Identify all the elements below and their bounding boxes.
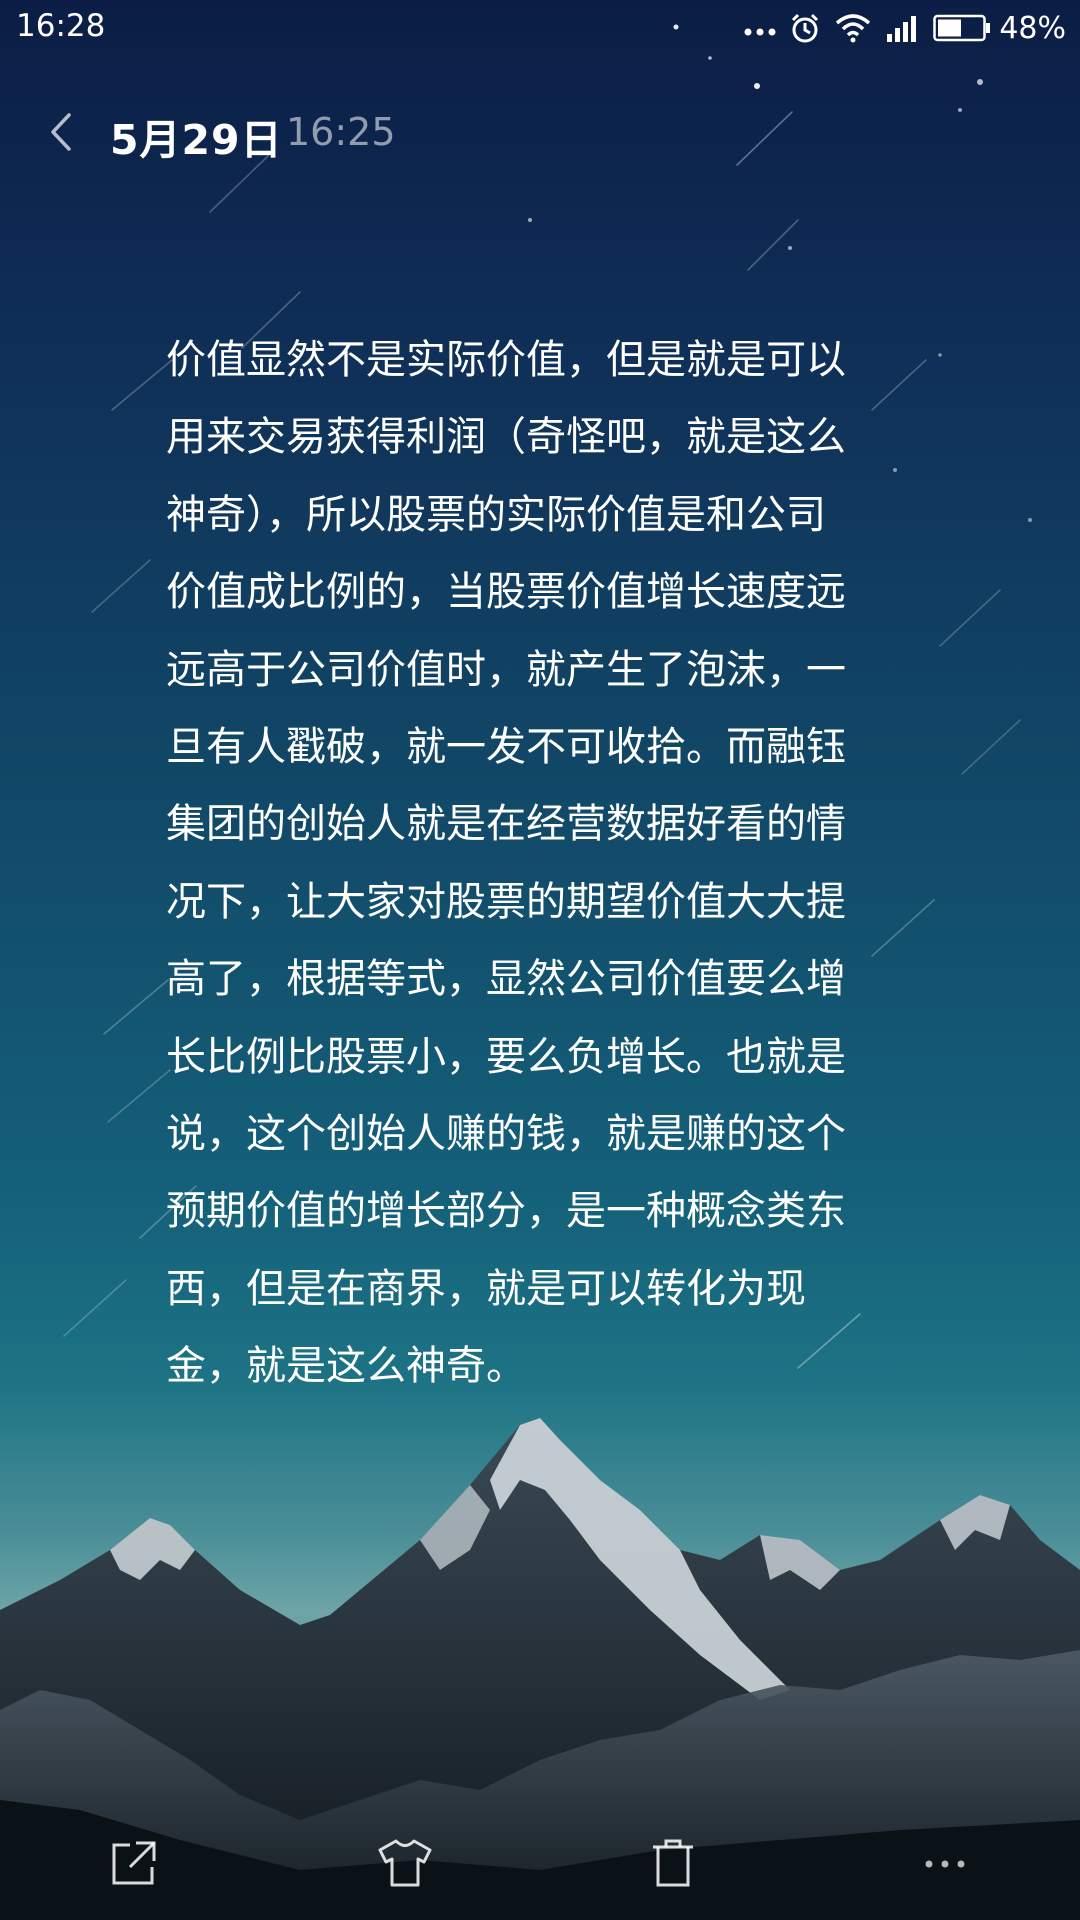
- more-icon: [923, 1856, 967, 1875]
- theme-button[interactable]: [370, 1830, 440, 1900]
- alarm-icon: [789, 12, 821, 44]
- note-line: 西，但是在商界，就是可以转化为现: [166, 1265, 806, 1312]
- status-bar: 16:28 48%: [0, 0, 1080, 56]
- note-line: 集团的创始人就是在经营数据好看的情: [166, 801, 846, 848]
- signal-icon: [885, 14, 919, 42]
- battery-icon: [933, 14, 991, 42]
- note-date: 5月29日: [110, 116, 283, 164]
- note-line: 金，就是这么神奇。: [166, 1343, 526, 1390]
- note-line: 价值显然不是实际价值，但是就是可以: [166, 337, 846, 383]
- note-line: 说，这个创始人赚的钱，就是赚的这个: [166, 1110, 846, 1157]
- more-dots-icon: [743, 18, 777, 38]
- note-line: 用来交易获得利润（奇怪吧，就是这么: [166, 414, 846, 461]
- status-icons: 48%: [743, 8, 1066, 48]
- note-line: 旦有人戳破，就一发不可收拾。而融钰: [166, 723, 846, 770]
- note-line: 况下，让大家对股票的期望价值大大提: [166, 878, 846, 925]
- bottom-action-bar: [0, 1800, 1080, 1920]
- delete-icon: [650, 1837, 696, 1893]
- delete-button[interactable]: [638, 1830, 708, 1900]
- back-button[interactable]: [32, 104, 88, 164]
- note-header: 5月29日 16:25: [0, 100, 1080, 170]
- more-button[interactable]: [910, 1830, 980, 1900]
- status-time: 16:28: [16, 8, 106, 44]
- share-button[interactable]: [99, 1830, 169, 1900]
- theme-shirt-icon: [377, 1838, 433, 1892]
- share-icon: [110, 1839, 158, 1891]
- note-line: 神奇），所以股票的实际价值是和公司: [166, 491, 826, 538]
- battery-percent: 48%: [999, 10, 1066, 46]
- note-line: 远高于公司价值时，就产生了泡沫，一: [166, 646, 846, 693]
- note-line: 长比例比股票小，要么负增长。也就是: [166, 1033, 846, 1080]
- note-line: 预期价值的增长部分，是一种概念类东: [166, 1188, 846, 1235]
- note-content[interactable]: 价值显然不是实际价值，但是就是可以 用来交易获得利润（奇怪吧，就是这么 神奇），…: [166, 322, 922, 1405]
- note-line: 高了，根据等式，显然公司价值要么增: [166, 956, 846, 1003]
- note-time: 16:25: [286, 110, 396, 154]
- wifi-icon: [835, 13, 871, 43]
- note-screen: 16:28 48% 5月29日 16:25 价值显然不是实际价值，但是就是可以 …: [0, 0, 1080, 1920]
- note-line: 价值成比例的，当股票价值增长速度远: [166, 569, 846, 616]
- chevron-left-icon: [47, 111, 73, 157]
